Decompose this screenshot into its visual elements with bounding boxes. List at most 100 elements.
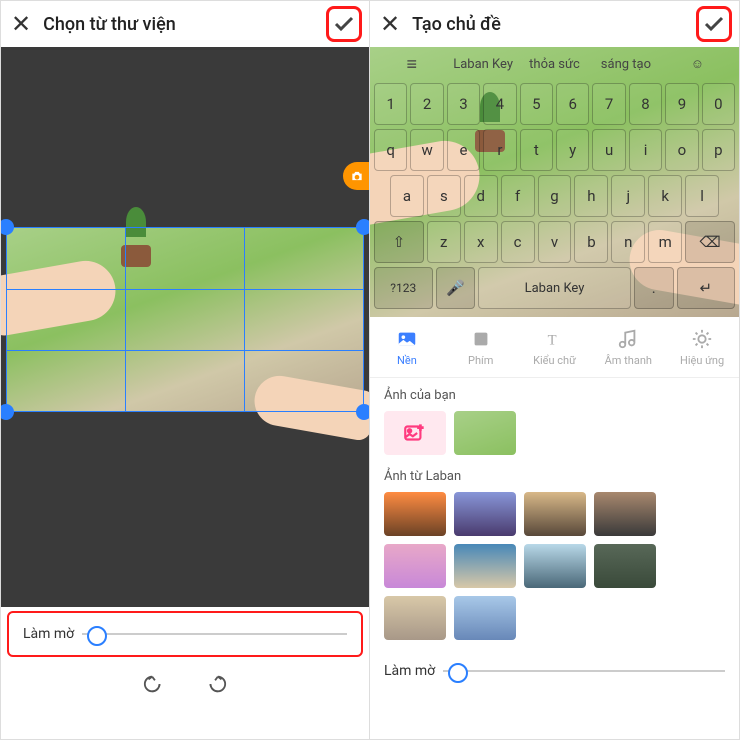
key-c[interactable]: c (501, 221, 535, 263)
key-5[interactable]: 5 (520, 83, 553, 125)
laban-thumb[interactable] (454, 492, 516, 536)
key-row-2: q w e r t y u i o p (374, 129, 735, 171)
key-b[interactable]: b (574, 221, 608, 263)
key-row-1: 1 2 3 4 5 6 7 8 9 0 (374, 83, 735, 125)
crop-handle-tr[interactable] (356, 219, 370, 235)
key-2[interactable]: 2 (410, 83, 443, 125)
user-images-section: Ảnh của bạn (370, 378, 739, 465)
key-row-5: ?123 🎤 Laban Key . ↵ (374, 267, 735, 309)
key-y[interactable]: y (556, 129, 589, 171)
key-a[interactable]: a (390, 175, 424, 217)
right-title: Tạo chủ đề (412, 14, 687, 35)
key-u[interactable]: u (592, 129, 625, 171)
key-o[interactable]: o (665, 129, 698, 171)
voice-key[interactable]: 🎤 (436, 267, 476, 309)
key-e[interactable]: e (447, 129, 480, 171)
key-row-3: a s d f g h j k l (374, 175, 735, 217)
laban-thumb[interactable] (594, 544, 656, 588)
user-images-title: Ảnh của bạn (384, 388, 725, 403)
key-g[interactable]: g (538, 175, 572, 217)
editor-tabs: Nền Phím TKiểu chữ Âm thanh Hiệu ứng (370, 317, 739, 378)
laban-thumb[interactable] (524, 544, 586, 588)
svg-text:T: T (548, 332, 557, 348)
key-v[interactable]: v (538, 221, 572, 263)
confirm-button[interactable] (699, 9, 729, 39)
tab-font[interactable]: TKiểu chữ (518, 317, 592, 377)
laban-thumb[interactable] (384, 492, 446, 536)
crop-frame[interactable] (6, 227, 364, 412)
tab-keys[interactable]: Phím (444, 317, 518, 377)
shift-key[interactable]: ⇧ (374, 221, 424, 263)
symbols-key[interactable]: ?123 (374, 267, 433, 309)
laban-images-title: Ảnh từ Laban (384, 469, 725, 484)
laban-thumb[interactable] (594, 492, 656, 536)
tab-effects[interactable]: Hiệu ứng (665, 317, 739, 377)
right-header: ✕ Tạo chủ đề (370, 1, 739, 47)
enter-key[interactable]: ↵ (677, 267, 736, 309)
space-key[interactable]: Laban Key (478, 267, 631, 309)
blur-slider[interactable] (82, 633, 347, 635)
crop-canvas[interactable] (1, 47, 369, 607)
key-i[interactable]: i (629, 129, 662, 171)
key-n[interactable]: n (611, 221, 645, 263)
blur-slider-row: Làm mờ (15, 615, 355, 653)
backspace-key[interactable]: ⌫ (685, 221, 735, 263)
key-row-4: ⇧ z x c v b n m ⌫ (374, 221, 735, 263)
blur-slider[interactable] (443, 670, 725, 672)
key-j[interactable]: j (611, 175, 645, 217)
key-1[interactable]: 1 (374, 83, 407, 125)
blur-label: Làm mờ (23, 626, 74, 642)
key-z[interactable]: z (427, 221, 461, 263)
add-image-button[interactable] (384, 411, 446, 455)
key-m[interactable]: m (648, 221, 682, 263)
key-3[interactable]: 3 (447, 83, 480, 125)
laban-thumb[interactable] (454, 596, 516, 640)
left-title: Chọn từ thư viện (43, 14, 317, 35)
laban-images-section: Ảnh từ Laban (370, 465, 739, 650)
rotate-right-icon[interactable] (205, 673, 227, 699)
key-w[interactable]: w (410, 129, 443, 171)
key-d[interactable]: d (464, 175, 498, 217)
key-4[interactable]: 4 (483, 83, 516, 125)
key-8[interactable]: 8 (629, 83, 662, 125)
key-p[interactable]: p (702, 129, 735, 171)
rotate-left-icon[interactable] (143, 673, 165, 699)
close-icon[interactable]: ✕ (11, 10, 31, 38)
laban-thumb[interactable] (524, 492, 586, 536)
crop-handle-br[interactable] (356, 404, 370, 420)
menu-icon[interactable]: ≡ (378, 54, 445, 75)
tab-background[interactable]: Nền (370, 317, 444, 377)
left-header: ✕ Chọn từ thư viện (1, 1, 369, 47)
key-k[interactable]: k (648, 175, 682, 217)
period-key[interactable]: . (634, 267, 674, 309)
camera-badge-icon[interactable] (343, 162, 370, 190)
key-9[interactable]: 9 (665, 83, 698, 125)
key-l[interactable]: l (685, 175, 719, 217)
key-s[interactable]: s (427, 175, 461, 217)
keyboard-preview: ≡ Laban Key thỏa sức sáng tạo ☺ 1 2 3 4 … (370, 47, 739, 317)
close-icon[interactable]: ✕ (380, 10, 400, 38)
right-blur-row: Làm mờ (370, 650, 739, 692)
blur-label: Làm mờ (384, 663, 435, 679)
laban-thumb[interactable] (454, 544, 516, 588)
key-r[interactable]: r (483, 129, 516, 171)
emoji-icon[interactable]: ☺ (664, 56, 731, 72)
laban-thumb[interactable] (384, 544, 446, 588)
blur-slider-thumb[interactable] (448, 663, 468, 683)
key-q[interactable]: q (374, 129, 407, 171)
crop-handle-bl[interactable] (1, 404, 14, 420)
tab-sound[interactable]: Âm thanh (591, 317, 665, 377)
laban-thumb[interactable] (384, 596, 446, 640)
key-h[interactable]: h (574, 175, 608, 217)
key-0[interactable]: 0 (702, 83, 735, 125)
key-t[interactable]: t (520, 129, 553, 171)
left-actions (1, 661, 369, 711)
blur-slider-thumb[interactable] (87, 626, 107, 646)
key-7[interactable]: 7 (592, 83, 625, 125)
key-f[interactable]: f (501, 175, 535, 217)
confirm-button[interactable] (329, 9, 359, 39)
suggestion-bar: ≡ Laban Key thỏa sức sáng tạo ☺ (370, 47, 739, 81)
key-6[interactable]: 6 (556, 83, 589, 125)
user-image-thumb[interactable] (454, 411, 516, 455)
key-x[interactable]: x (464, 221, 498, 263)
